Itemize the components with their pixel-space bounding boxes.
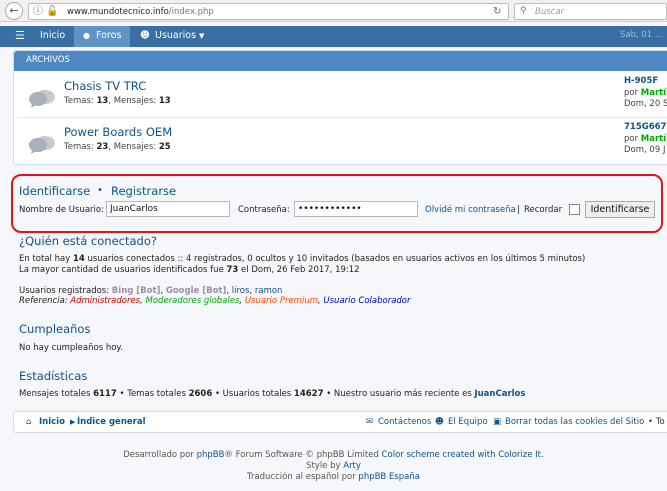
user-link[interactable]: Bing [Bot] — [112, 286, 161, 296]
stats-title: Estadísticas — [19, 369, 88, 383]
search-bar[interactable]: ⚲ Buscar — [514, 3, 667, 20]
arty-link[interactable]: Arty — [343, 461, 361, 471]
nav-foros-tab[interactable]: ● Foros — [74, 26, 130, 47]
forum-read-icon — [29, 90, 55, 108]
login-button[interactable]: Identificarse — [585, 201, 655, 218]
footer-contact[interactable]: Contáctenos — [378, 417, 431, 427]
chevron-right-icon: ▶ — [70, 418, 76, 426]
forum-title[interactable]: Power Boards OEM — [64, 125, 172, 139]
username-label: Nombre de Usuario: — [19, 205, 104, 215]
register-link[interactable]: Registrarse — [111, 184, 176, 198]
remember-label: Recordar — [524, 205, 563, 215]
chevron-down-icon[interactable]: ▼ — [199, 32, 204, 40]
insecure-lock-icon[interactable]: 🔓 — [46, 6, 58, 18]
footer-navbar: ⌂ Inicio ▶ Índice general ✉ Contáctenos … — [13, 411, 667, 433]
back-button[interactable]: ← — [5, 2, 23, 20]
forgot-password-link[interactable]: Olvidé mi contraseña — [425, 205, 516, 215]
search-placeholder: Buscar — [535, 7, 565, 17]
user-link[interactable]: Google [Bot] — [166, 286, 227, 296]
phpbb-link[interactable]: phpBB — [197, 450, 225, 460]
nav-usuarios[interactable]: Usuarios — [155, 30, 196, 41]
footer-cookies[interactable]: Borrar todas las cookies del Sitio — [505, 417, 644, 427]
url-text[interactable]: www.mundotecnico.info/index.php — [67, 7, 214, 17]
last-post-date: Dom, 20 S — [624, 99, 667, 109]
username-input[interactable] — [106, 201, 230, 217]
nav-date: Sab, 01 ... — [619, 30, 663, 40]
link-separator: | — [517, 205, 520, 215]
url-bar[interactable]: ⓘ 🔓 www.mundotecnico.info/index.php ↻ — [28, 3, 509, 20]
footer-indice[interactable]: Índice general — [77, 417, 145, 427]
legend-premium[interactable]: Usuario Premium — [245, 296, 318, 306]
title-separator: • — [97, 185, 103, 196]
credits-line: Desarrollado por phpBB® Forum Software ©… — [123, 450, 544, 460]
footer-tail: • To — [648, 417, 665, 427]
online-total: En total hay 14 usuarios conectados :: 4… — [19, 254, 586, 264]
birthdays-title: Cumpleaños — [19, 322, 91, 336]
login-form: Identificarse • Registrarse Nombre de Us… — [11, 174, 663, 233]
chat-icon: ● — [83, 31, 90, 40]
team-icon: ☻ — [435, 417, 444, 427]
footer-team[interactable]: El Equipo — [448, 417, 488, 427]
forum-row: Chasis TV TRC Temas: 13, Mensajes: 13 H-… — [14, 76, 667, 120]
last-post-title[interactable]: H-905F — [624, 76, 658, 86]
online-record: La mayor cantidad de usuarios identifica… — [19, 265, 360, 275]
last-post-date: Dom, 09 J — [624, 145, 666, 155]
user-link[interactable]: ramon — [255, 286, 283, 296]
legend-admin[interactable]: Administradores — [70, 296, 140, 306]
last-post-title[interactable]: 715G667 — [624, 122, 666, 132]
user-link[interactable]: liros — [232, 286, 250, 296]
nav-foros: Foros — [96, 30, 122, 41]
stats-line: Mensajes totales 6117 • Temas totales 26… — [19, 389, 526, 399]
registered-users: Usuarios registrados: Bing [Bot], Google… — [19, 286, 283, 296]
colorize-link[interactable]: Color scheme created with Colorize It. — [382, 450, 544, 460]
users-icon: ☻ — [140, 30, 150, 41]
birthdays-text: No hay cumpleaños hoy. — [19, 343, 123, 353]
login-title[interactable]: Identificarse — [19, 184, 90, 198]
forum-stats: Temas: 13, Mensajes: 13 — [64, 96, 171, 106]
mail-icon: ✉ — [366, 417, 374, 427]
password-label: Contraseña: — [238, 205, 290, 215]
online-title[interactable]: ¿Quién está conectado? — [19, 234, 157, 248]
style-credit: Style by Arty — [306, 461, 361, 471]
search-icon: ⚲ — [520, 6, 527, 16]
archivos-header: ARCHIVOS — [14, 51, 667, 71]
reload-icon[interactable]: ↻ — [493, 6, 501, 18]
browser-toolbar: ← ⓘ 🔓 www.mundotecnico.info/index.php ↻ … — [0, 0, 667, 22]
last-post-author: por Martí — [624, 134, 667, 144]
password-input[interactable] — [294, 201, 418, 217]
phpbb-espana-link[interactable]: phpBB España — [358, 472, 420, 482]
forum-navbar: ☰ Inicio ● Foros ☻ Usuarios ▼ Sab, 01 ..… — [0, 26, 667, 47]
info-icon[interactable]: ⓘ — [33, 6, 43, 18]
archivos-panel: ARCHIVOS Chasis TV TRC Temas: 13, Mensaj… — [13, 50, 667, 165]
menu-icon[interactable]: ☰ — [15, 29, 25, 42]
trash-icon: ▣ — [493, 417, 502, 427]
footer-inicio[interactable]: Inicio — [39, 417, 65, 427]
forum-read-icon — [29, 136, 55, 154]
row-divider — [18, 117, 667, 118]
remember-checkbox[interactable] — [569, 204, 580, 215]
group-legend: Referencia: Administradores, Moderadores… — [19, 296, 411, 306]
nav-inicio[interactable]: Inicio — [40, 30, 65, 41]
legend-mod[interactable]: Moderadores globales — [146, 296, 240, 306]
home-icon[interactable]: ⌂ — [26, 417, 31, 427]
forum-title[interactable]: Chasis TV TRC — [64, 79, 146, 93]
last-post-author: por Martí — [624, 88, 667, 98]
newest-user-link[interactable]: JuanCarlos — [474, 389, 525, 399]
forum-row: Power Boards OEM Temas: 23, Mensajes: 25… — [14, 122, 667, 166]
forum-stats: Temas: 23, Mensajes: 25 — [64, 142, 171, 152]
translation-credit: Traducción al español por phpBB España — [247, 472, 420, 482]
legend-colaborador[interactable]: Usuario Colaborador — [323, 296, 410, 306]
